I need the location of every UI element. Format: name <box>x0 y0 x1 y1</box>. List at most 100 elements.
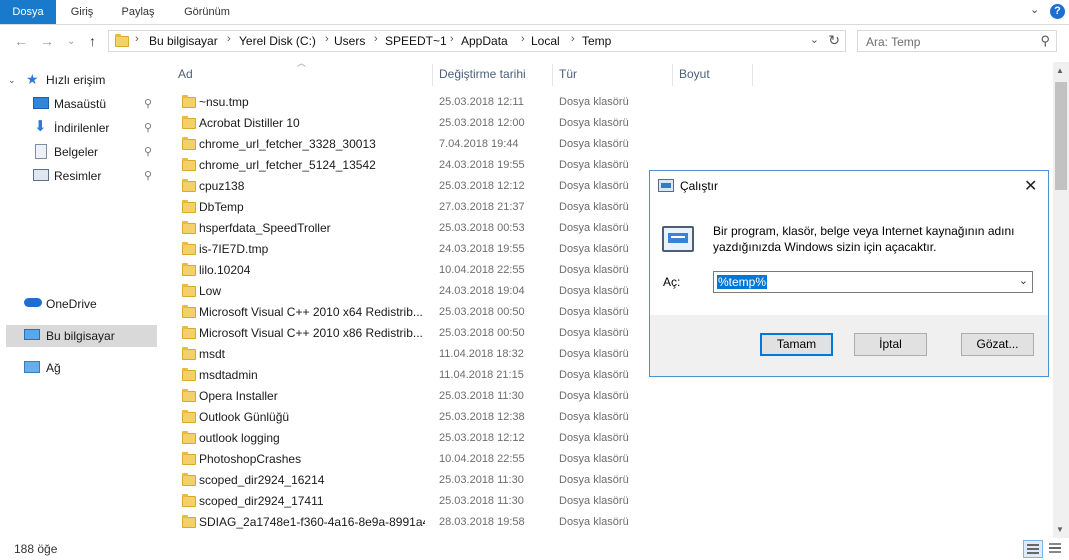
file-name: Outlook Günlüğü <box>199 410 290 424</box>
file-date: 27.03.2018 21:37 <box>439 201 525 213</box>
chevron-down-icon[interactable]: ⌄ <box>810 33 819 46</box>
folder-icon <box>182 389 196 402</box>
folder-icon <box>182 95 196 108</box>
pin-icon[interactable]: ⚲ <box>144 117 152 139</box>
chevron-right-icon[interactable]: › <box>374 33 378 45</box>
nav-item-documents[interactable]: Belgeler ⚲ <box>0 141 160 163</box>
column-date[interactable]: Değiştirme tarihi <box>439 62 526 86</box>
nav-item-downloads[interactable]: ⬇ İndirilenler ⚲ <box>0 117 160 139</box>
close-icon[interactable]: ✕ <box>1024 176 1037 196</box>
folder-icon <box>182 326 196 339</box>
chevron-down-icon[interactable]: ⌄ <box>1019 274 1028 287</box>
file-type: Dosya klasörü <box>559 516 629 528</box>
file-type: Dosya klasörü <box>559 348 629 360</box>
table-row[interactable]: PhotoshopCrashes 10.04.2018 22:55 Dosya kl… <box>170 449 1050 470</box>
chevron-down-icon[interactable]: ⌄ <box>8 69 16 91</box>
back-arrow-icon[interactable]: ← <box>14 33 28 49</box>
dialog-titlebar[interactable]: Çalıştır ✕ <box>650 171 1048 201</box>
large-icons-view-button[interactable] <box>1046 540 1066 558</box>
run-program-icon <box>662 226 694 252</box>
file-name: hsperfdata_SpeedTroller <box>199 221 331 235</box>
pin-icon[interactable]: ⚲ <box>144 93 152 115</box>
pin-icon[interactable]: ⚲ <box>144 141 152 163</box>
breadcrumb-local[interactable]: Local <box>531 34 560 48</box>
column-divider[interactable] <box>552 64 553 86</box>
nav-item-onedrive[interactable]: OneDrive <box>0 293 160 315</box>
breadcrumb-users[interactable]: Users <box>334 34 365 48</box>
nav-item-this-pc[interactable]: Bu bilgisayar <box>6 325 157 347</box>
address-bar[interactable]: › Bu bilgisayar › Yerel Disk (C:) › User… <box>108 30 846 52</box>
chevron-right-icon[interactable]: › <box>227 33 231 45</box>
chevron-right-icon[interactable]: › <box>521 33 525 45</box>
tab-share[interactable]: Paylaş <box>112 0 164 24</box>
breadcrumb-user[interactable]: SPEEDT~1 <box>385 34 447 48</box>
forward-arrow-icon[interactable]: → <box>40 33 54 49</box>
folder-icon <box>182 305 196 318</box>
chevron-right-icon[interactable]: › <box>450 33 454 45</box>
nav-item-quick-access[interactable]: ⌄ ★ Hızlı erişim <box>0 69 160 91</box>
file-name: Opera Installer <box>199 389 278 403</box>
table-row[interactable]: SDIAG_2a1748e1-f360-4a16-8e9a-8991a4... 2… <box>170 512 1050 533</box>
file-date: 28.03.2018 19:58 <box>439 516 525 528</box>
breadcrumb-temp[interactable]: Temp <box>582 34 611 48</box>
nav-label: İndirilenler <box>54 121 110 135</box>
desktop-icon <box>33 97 49 109</box>
table-row[interactable]: scoped_dir2924_16214 25.03.2018 11:30 Dosy… <box>170 470 1050 491</box>
column-divider[interactable] <box>752 64 753 86</box>
search-input[interactable]: Ara: Temp ⚲ <box>857 30 1057 52</box>
table-row[interactable]: Outlook Günlüğü 25.03.2018 12:38 Dosya kla… <box>170 407 1050 428</box>
vertical-scrollbar[interactable]: ▲ ▼ <box>1053 62 1069 538</box>
file-date: 7.04.2018 19:44 <box>439 138 519 150</box>
nav-item-desktop[interactable]: Masaüstü ⚲ <box>0 93 160 115</box>
tab-home[interactable]: Giriş <box>60 0 104 24</box>
column-size[interactable]: Boyut <box>679 62 710 86</box>
chevron-right-icon[interactable]: › <box>571 33 575 45</box>
recent-dropdown-icon[interactable]: ⌄ <box>67 36 75 47</box>
expand-ribbon-icon[interactable]: ⌄ <box>1030 3 1039 16</box>
column-divider[interactable] <box>672 64 673 86</box>
up-arrow-icon[interactable]: ↑ <box>89 33 96 49</box>
tab-file[interactable]: Dosya <box>0 0 56 24</box>
file-name: chrome_url_fetcher_5124_13542 <box>199 158 376 172</box>
nav-item-pictures[interactable]: Resimler ⚲ <box>0 165 160 187</box>
browse-button[interactable]: Gözat... <box>961 333 1034 356</box>
column-divider[interactable] <box>432 64 433 86</box>
chevron-right-icon[interactable]: › <box>325 33 329 45</box>
table-row[interactable]: chrome_url_fetcher_3328_30013 7.04.2018 1… <box>170 134 1050 155</box>
open-combobox[interactable]: %temp% ⌄ <box>713 271 1033 293</box>
file-name: PhotoshopCrashes <box>199 452 302 466</box>
table-row[interactable]: scoped_dir2924_17411 25.03.2018 11:30 Dosy… <box>170 491 1050 512</box>
table-row[interactable]: Opera Installer 25.03.2018 11:30 Dosya kla… <box>170 386 1050 407</box>
tab-view[interactable]: Görünüm <box>172 0 242 24</box>
breadcrumb-local-disk[interactable]: Yerel Disk (C:) <box>239 34 316 48</box>
table-row[interactable]: outlook logging 25.03.2018 12:12 Dosya kla… <box>170 428 1050 449</box>
folder-icon <box>115 34 129 47</box>
column-type[interactable]: Tür <box>559 62 577 86</box>
details-view-button[interactable] <box>1023 540 1043 558</box>
column-header: ︿ Ad Değiştirme tarihi Tür Boyut <box>170 58 1050 88</box>
chevron-right-icon[interactable]: › <box>135 33 139 45</box>
scroll-down-icon[interactable]: ▼ <box>1056 525 1064 534</box>
folder-icon <box>182 368 196 381</box>
breadcrumb-appdata[interactable]: AppData <box>461 34 508 48</box>
computer-icon <box>24 329 40 340</box>
nav-item-network[interactable]: Ağ <box>0 357 160 379</box>
refresh-icon[interactable]: ↻ <box>828 32 840 49</box>
scroll-up-icon[interactable]: ▲ <box>1056 66 1064 75</box>
nav-label: Hızlı erişim <box>46 73 106 87</box>
help-icon[interactable]: ? <box>1050 4 1065 19</box>
run-icon <box>658 179 674 192</box>
table-row[interactable]: ~nsu.tmp 25.03.2018 12:11 Dosya klasörü <box>170 92 1050 113</box>
ok-button[interactable]: Tamam <box>760 333 833 356</box>
table-row[interactable]: Acrobat Distiller 10 25.03.2018 12:00 Dosy… <box>170 113 1050 134</box>
pin-icon[interactable]: ⚲ <box>144 165 152 187</box>
cancel-button[interactable]: İptal <box>854 333 927 356</box>
document-icon <box>35 144 47 159</box>
column-name[interactable]: Ad <box>178 62 193 86</box>
open-value[interactable]: %temp% <box>717 275 768 289</box>
download-arrow-icon: ⬇ <box>34 118 47 135</box>
file-type: Dosya klasörü <box>559 453 629 465</box>
large-icons-view-icon <box>1049 543 1061 553</box>
breadcrumb-this-pc[interactable]: Bu bilgisayar <box>149 34 218 48</box>
scrollbar-thumb[interactable] <box>1055 82 1067 190</box>
